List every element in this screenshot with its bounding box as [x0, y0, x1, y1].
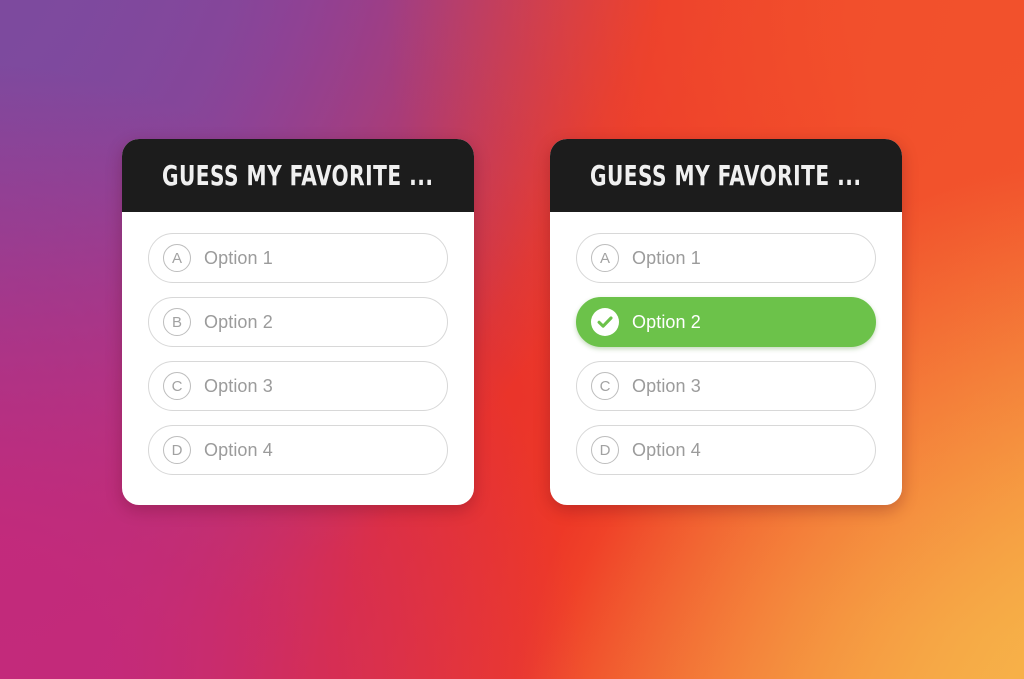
poll-option-c[interactable]: C Option 3: [576, 361, 876, 411]
poll-options-list: A Option 1 Option 2 C Option 3 D Option …: [550, 212, 902, 505]
poll-sticker-canvas: GUESS MY FAVORITE ... A Option 1 B Optio…: [0, 0, 1024, 679]
option-label-a: Option 1: [204, 247, 273, 268]
poll-header: GUESS MY FAVORITE ...: [122, 139, 474, 212]
poll-option-d[interactable]: D Option 4: [148, 425, 448, 475]
poll-option-a[interactable]: A Option 1: [148, 233, 448, 283]
poll-option-b-selected[interactable]: Option 2: [576, 297, 876, 347]
option-letter-badge-a: A: [591, 244, 619, 272]
option-letter-badge-a: A: [163, 244, 191, 272]
poll-option-d[interactable]: D Option 4: [576, 425, 876, 475]
poll-header: GUESS MY FAVORITE ...: [550, 139, 902, 212]
poll-option-a[interactable]: A Option 1: [576, 233, 876, 283]
option-label-c: Option 3: [632, 375, 701, 396]
option-letter-badge-d: D: [591, 436, 619, 464]
option-label-d: Option 4: [204, 439, 273, 460]
option-letter-badge-c: C: [591, 372, 619, 400]
poll-options-list: A Option 1 B Option 2 C Option 3 D Optio…: [122, 212, 474, 505]
option-letter-badge-d: D: [163, 436, 191, 464]
poll-title: GUESS MY FAVORITE ...: [162, 159, 434, 192]
option-letter-badge-c: C: [163, 372, 191, 400]
option-label-d: Option 4: [632, 439, 701, 460]
option-label-b: Option 2: [632, 311, 701, 332]
option-letter-badge-b: B: [163, 308, 191, 336]
option-label-a: Option 1: [632, 247, 701, 268]
option-label-b: Option 2: [204, 311, 273, 332]
poll-card-answered: GUESS MY FAVORITE ... A Option 1 Option …: [550, 139, 902, 505]
poll-card-unanswered: GUESS MY FAVORITE ... A Option 1 B Optio…: [122, 139, 474, 505]
poll-title: GUESS MY FAVORITE ...: [590, 159, 862, 192]
check-icon: [591, 308, 619, 336]
poll-option-c[interactable]: C Option 3: [148, 361, 448, 411]
option-label-c: Option 3: [204, 375, 273, 396]
poll-option-b[interactable]: B Option 2: [148, 297, 448, 347]
